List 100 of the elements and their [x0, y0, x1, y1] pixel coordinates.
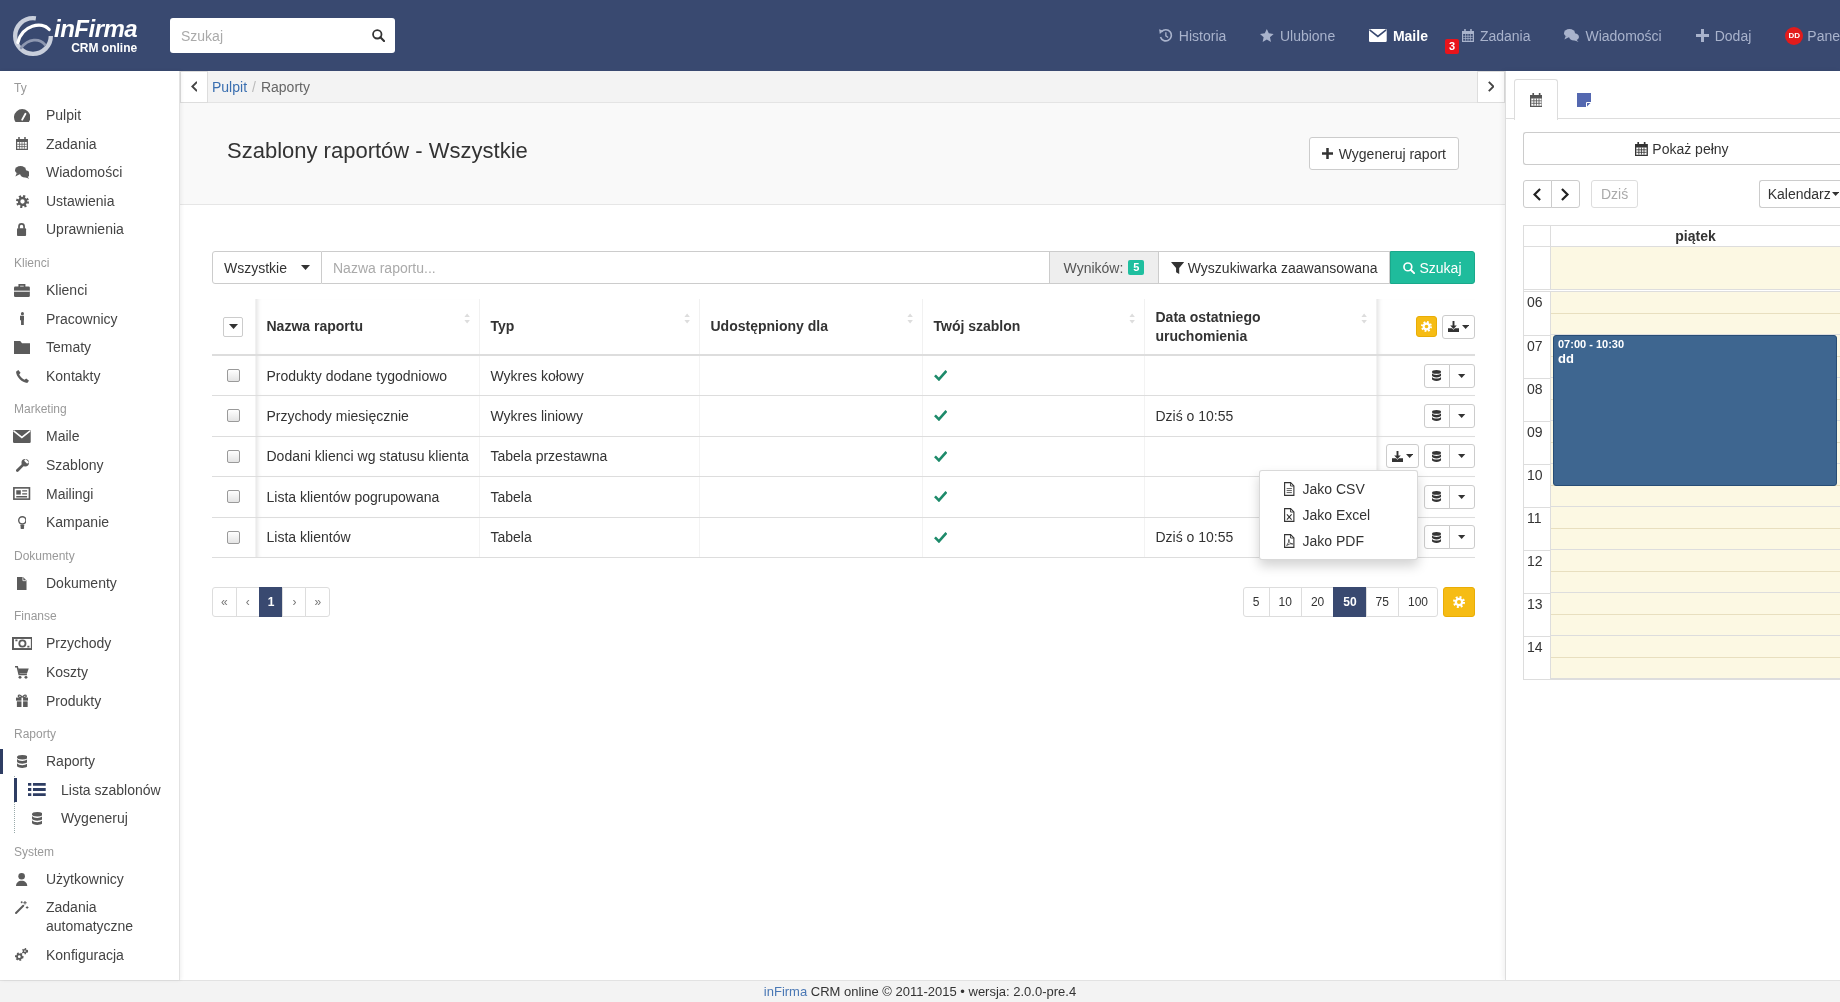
- sidebar-subitem[interactable]: Lista szablonów: [15, 775, 179, 805]
- sidebar-item[interactable]: Szablony: [0, 450, 179, 480]
- dropdown-toggle[interactable]: [1449, 484, 1475, 509]
- row-checkbox[interactable]: [226, 449, 240, 463]
- sidebar-item[interactable]: Produkty: [0, 686, 179, 716]
- caret-icon: [1831, 192, 1839, 196]
- sidebar-item[interactable]: Tematy: [0, 333, 179, 362]
- sidebar-item[interactable]: Kontakty: [0, 361, 179, 391]
- page-size-button[interactable]: 10: [1268, 587, 1302, 617]
- caret-icon: [1458, 535, 1466, 540]
- select-menu-button[interactable]: [223, 316, 244, 337]
- chat-bubbles-icon: [1564, 29, 1580, 42]
- sidebar-item[interactable]: Kampanie: [0, 508, 179, 537]
- hour-label: 10: [1527, 467, 1543, 483]
- section-heading: System: [13, 843, 55, 861]
- lightbulb-icon: [17, 515, 27, 529]
- previous-button[interactable]: [1523, 180, 1552, 208]
- sidebar-item[interactable]: Maile: [0, 422, 179, 451]
- page-button[interactable]: ›: [282, 587, 307, 617]
- page-button[interactable]: «: [212, 587, 237, 617]
- report-name-field[interactable]: Nazwa raportu...: [322, 251, 1050, 284]
- menu-item[interactable]: Jako CSV: [1260, 476, 1417, 503]
- nav-link[interactable]: Zadania 3: [1444, 0, 1548, 71]
- event-time: 07:00 - 10:30: [1558, 338, 1625, 351]
- database-button[interactable]: [1424, 403, 1450, 428]
- nav-link[interactable]: Wiadomości: [1547, 0, 1679, 71]
- filter-icon: [1170, 261, 1184, 274]
- hour-label: 14: [1527, 639, 1543, 655]
- dropdown-toggle[interactable]: [1449, 403, 1475, 428]
- column-header[interactable]: Data ostatniego uruchomienia: [1144, 299, 1376, 355]
- sidebar-item[interactable]: Przychody: [0, 629, 179, 658]
- dropdown-toggle[interactable]: [1449, 444, 1475, 469]
- database-button[interactable]: [1424, 525, 1450, 550]
- advanced-search-button[interactable]: Wyszukiwarka zaawansowana: [1159, 251, 1390, 284]
- show-full-button[interactable]: Pokaż pełny: [1523, 132, 1840, 165]
- scope-dropdown[interactable]: Wszystkie: [212, 251, 322, 284]
- table-cell: Lista klientów: [255, 517, 479, 558]
- menu-item[interactable]: Jako Excel: [1260, 502, 1417, 529]
- page-button[interactable]: ‹: [235, 587, 260, 617]
- sidebar-item[interactable]: Dokumenty: [0, 568, 179, 598]
- sidebar-item[interactable]: Użytkownicy: [0, 864, 179, 894]
- notification-badge: 3: [1444, 39, 1460, 54]
- sidebar-item[interactable]: Raporty: [0, 747, 179, 776]
- calendar-event[interactable]: 07:00 - 10:30 dd: [1553, 335, 1837, 486]
- page-size-button[interactable]: 50: [1333, 587, 1367, 617]
- database-button[interactable]: [1424, 363, 1450, 388]
- view-dropdown[interactable]: Kalendarz: [1758, 180, 1840, 208]
- next-button[interactable]: [1551, 180, 1580, 208]
- database-button[interactable]: [1424, 444, 1450, 469]
- search-field[interactable]: Szukaj: [170, 18, 395, 53]
- sidebar-subitem[interactable]: Wygeneruj: [15, 804, 179, 833]
- envelope-icon: [1369, 29, 1387, 42]
- row-checkbox[interactable]: [226, 490, 240, 504]
- sidebar-item[interactable]: Uprawnienia: [0, 215, 179, 244]
- footer-link[interactable]: inFirma: [763, 984, 808, 999]
- sidebar-item[interactable]: Zadania automatyczne: [0, 893, 179, 941]
- briefcase-icon: [14, 283, 30, 297]
- row-checkbox[interactable]: [226, 369, 240, 382]
- right-arrow-button[interactable]: [1477, 70, 1505, 103]
- page-title: Szablony raportów - Wszystkie: [227, 137, 528, 164]
- dropdown-toggle[interactable]: [1449, 363, 1475, 388]
- page-size-button[interactable]: 5: [1242, 587, 1270, 617]
- sidebar-item[interactable]: Konfiguracja: [0, 940, 179, 970]
- row-checkbox[interactable]: [226, 530, 240, 544]
- logo-tagline: CRM online: [71, 42, 138, 55]
- page-size-button[interactable]: 20: [1300, 587, 1335, 617]
- nav-link[interactable]: DD Pane: [1768, 0, 1840, 71]
- download-button[interactable]: [1441, 314, 1475, 339]
- breadcrumb-link[interactable]: Pulpit: [212, 78, 248, 95]
- nav-link[interactable]: Historia: [1142, 0, 1244, 71]
- panel-tab[interactable]: [1514, 79, 1558, 120]
- hour-label: 11: [1527, 510, 1542, 526]
- left-arrow-button[interactable]: [180, 70, 208, 103]
- generate-report-button[interactable]: Wygeneruj raport: [1308, 137, 1459, 170]
- column-header[interactable]: Typ: [479, 299, 699, 355]
- page-size-button[interactable]: 75: [1365, 587, 1399, 617]
- column-header[interactable]: Nazwa raportu: [255, 299, 479, 355]
- sidebar-item[interactable]: Zadania: [0, 129, 179, 159]
- nav-link[interactable]: Maile: [1352, 0, 1445, 71]
- column-header[interactable]: Twój szablon: [922, 299, 1144, 355]
- page-button[interactable]: »: [305, 587, 331, 617]
- sidebar-item[interactable]: Klienci: [0, 275, 179, 305]
- database-icon: [1432, 531, 1442, 543]
- database-button[interactable]: [1424, 484, 1450, 509]
- hour-label: 08: [1527, 381, 1543, 397]
- sidebar-item[interactable]: Mailingi: [0, 479, 179, 509]
- download-button[interactable]: [1385, 444, 1419, 469]
- sidebar-item[interactable]: Ustawienia: [0, 186, 179, 216]
- sidebar-item[interactable]: Wiadomości: [0, 158, 179, 187]
- sidebar-item[interactable]: Pracownicy: [0, 304, 179, 334]
- menu-item[interactable]: Jako PDF: [1260, 528, 1417, 555]
- sidebar-item[interactable]: Pulpit: [0, 101, 179, 130]
- nav-link[interactable]: Dodaj: [1678, 0, 1769, 71]
- sidebar-item[interactable]: Koszty: [0, 657, 179, 687]
- section-heading: Klienci: [13, 254, 51, 272]
- page-size-button[interactable]: 100: [1397, 587, 1438, 617]
- dropdown-toggle[interactable]: [1449, 525, 1475, 550]
- nav-link[interactable]: Ulubione: [1243, 0, 1353, 71]
- column-header[interactable]: Udostępniony dla: [699, 299, 922, 355]
- row-checkbox[interactable]: [226, 409, 240, 423]
